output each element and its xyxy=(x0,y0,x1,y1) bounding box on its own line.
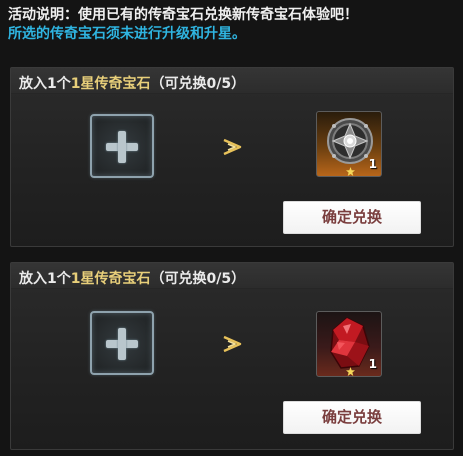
double-chevron-right-icon xyxy=(223,335,242,353)
title-highlight: 1星传奇宝石 xyxy=(70,76,151,92)
add-gem-slot[interactable] xyxy=(90,311,154,375)
reward-gem-item[interactable]: 1 xyxy=(316,111,382,177)
star-rating-icon xyxy=(346,367,355,376)
panel-title: 放入1个1星传奇宝石（可兑换0/5） xyxy=(19,73,245,93)
exchange-panel-2: 放入1个1星传奇宝石（可兑换0/5） 1 确定兑换 xyxy=(10,262,454,450)
panel-title: 放入1个1星传奇宝石（可兑换0/5） xyxy=(19,268,245,288)
exchange-panel-1: 放入1个1星传奇宝石（可兑换0/5） 1 确定兑换 xyxy=(10,67,454,247)
reward-count: 1 xyxy=(368,357,377,371)
reward-count: 1 xyxy=(368,157,377,171)
double-chevron-right-icon xyxy=(223,138,242,156)
title-highlight: 1星传奇宝石 xyxy=(70,271,151,287)
title-prefix: 放入1个 xyxy=(19,271,71,287)
reward-gem-item[interactable]: 1 xyxy=(316,311,382,377)
confirm-exchange-button[interactable]: 确定兑换 xyxy=(283,401,421,434)
title-suffix: （可兑换0/5） xyxy=(150,271,246,287)
title-suffix: （可兑换0/5） xyxy=(150,76,246,92)
panel-header: 放入1个1星传奇宝石（可兑换0/5） xyxy=(11,68,453,94)
add-gem-slot[interactable] xyxy=(90,114,154,178)
activity-description: 活动说明：使用已有的传奇宝石兑换新传奇宝石体验吧！ 所选的传奇宝石须未进行升级和… xyxy=(8,6,458,44)
star-rating-icon xyxy=(346,167,355,176)
confirm-exchange-button[interactable]: 确定兑换 xyxy=(283,201,421,234)
panel-header: 放入1个1星传奇宝石（可兑换0/5） xyxy=(11,263,453,289)
description-text: 活动说明：使用已有的传奇宝石兑换新传奇宝石体验吧！ xyxy=(8,7,358,23)
title-prefix: 放入1个 xyxy=(19,76,71,92)
description-requirement: 所选的传奇宝石须未进行升级和升星。 xyxy=(8,26,246,42)
